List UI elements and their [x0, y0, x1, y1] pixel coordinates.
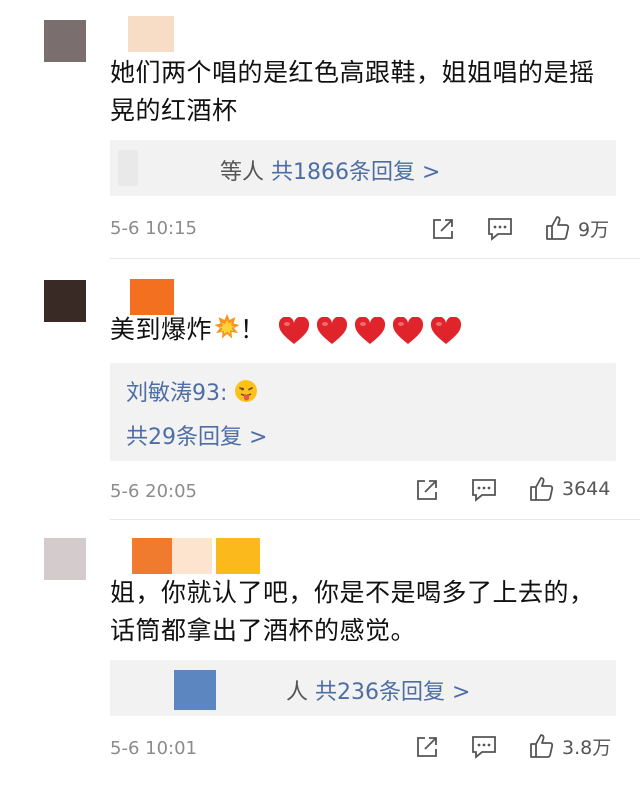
username[interactable] — [130, 279, 174, 315]
share-button[interactable] — [414, 477, 440, 503]
reply-count-link[interactable]: 人 共236条回复 > — [286, 674, 470, 706]
reply-avatar — [174, 670, 216, 710]
reply-count-link[interactable]: 共29条回复 > — [126, 419, 267, 451]
comment-item: 她们两个唱的是红色高跟鞋，姐姐唱的是摇晃的红酒杯 等人 共1866条回复 > 5… — [0, 0, 640, 258]
heart-emoji — [392, 317, 423, 344]
share-button[interactable] — [430, 216, 456, 242]
comment-text: 美到爆炸 — [110, 315, 213, 344]
timestamp: 5-6 10:01 — [110, 738, 197, 759]
vip-badge[interactable] — [216, 538, 260, 574]
reply-avatar-blur — [118, 150, 138, 186]
comment-text: 姐，你就认了吧，你是不是喝多了上去的，话筒都拿出了酒杯的感觉。 — [110, 578, 595, 645]
timestamp: 5-6 20:05 — [110, 481, 197, 502]
timestamp: 5-6 10:15 — [110, 218, 197, 239]
like-icon — [546, 216, 570, 240]
heart-emoji — [278, 317, 309, 344]
avatar[interactable] — [44, 538, 86, 580]
comment-icon — [472, 736, 496, 759]
comment-button[interactable] — [486, 216, 514, 242]
reply-preview[interactable]: 人 共236条回复 > — [110, 660, 616, 716]
avatar[interactable] — [44, 20, 86, 62]
reply-line[interactable]: 刘敏涛93: — [126, 375, 258, 409]
like-count: 3.8万 — [562, 736, 612, 759]
avatar[interactable] — [44, 280, 86, 322]
share-icon — [417, 737, 437, 757]
like-icon — [530, 477, 554, 501]
share-button[interactable] — [414, 734, 440, 760]
like-icon — [530, 734, 554, 758]
comment-icon — [488, 218, 512, 241]
reply-preview[interactable]: 刘敏涛93: 共29条回复 > — [110, 363, 616, 461]
comment-text: 她们两个唱的是红色高跟鞋，姐姐唱的是摇晃的红酒杯 — [110, 58, 595, 125]
like-button[interactable]: 3644 — [528, 475, 610, 503]
collision-emoji — [214, 312, 240, 350]
reply-prefix: 人 — [286, 680, 309, 705]
reply-count: 共236条回复 > — [315, 680, 471, 705]
like-count: 3644 — [562, 478, 611, 500]
username[interactable] — [132, 538, 172, 574]
like-count: 9万 — [578, 218, 610, 241]
reply-count-link[interactable]: 等人 共1866条回复 > — [220, 154, 440, 186]
heart-emoji — [316, 317, 347, 344]
like-button[interactable]: 3.8万 — [528, 732, 611, 760]
username-badge — [172, 538, 212, 574]
heart-emoji — [354, 317, 385, 344]
share-icon — [417, 480, 437, 500]
comment-icon — [472, 479, 496, 502]
heart-emoji — [430, 317, 461, 344]
comment-punctuation: ！ — [240, 315, 266, 344]
reply-author[interactable]: 刘敏涛93: — [126, 381, 227, 406]
comment-item: 姐，你就认了吧，你是不是喝多了上去的，话筒都拿出了酒杯的感觉。 人 共236条回… — [0, 520, 640, 787]
comment-item: 美到爆炸 ！ 刘敏涛93: 共29条回复 > 5-6 20:05 3644 — [0, 259, 640, 519]
reply-count: 共1866条回复 > — [271, 160, 441, 185]
reply-prefix: 等人 — [220, 160, 265, 185]
username[interactable] — [128, 16, 174, 52]
share-icon — [433, 219, 453, 239]
like-button[interactable]: 9万 — [544, 214, 609, 242]
comment-button[interactable] — [470, 734, 498, 760]
tongue-face-emoji — [234, 379, 258, 409]
reply-preview[interactable]: 等人 共1866条回复 > — [110, 140, 616, 196]
comment-button[interactable] — [470, 477, 498, 503]
comment-text-row: 美到爆炸 ！ — [110, 311, 616, 350]
heart-emoji-row — [278, 317, 462, 345]
